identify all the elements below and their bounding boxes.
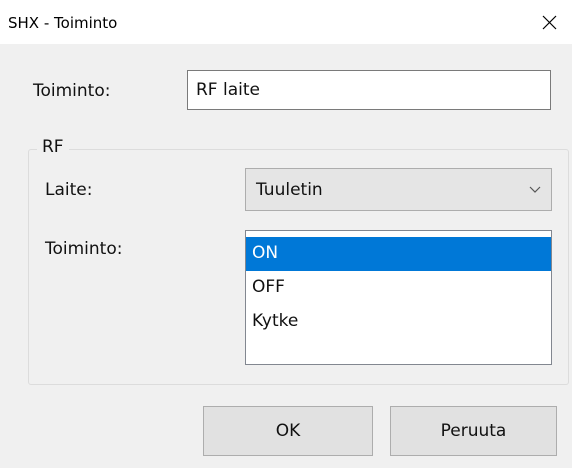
list-item-on[interactable]: ON: [246, 237, 551, 271]
rf-group-title: RF: [37, 137, 69, 157]
close-button[interactable]: [526, 0, 572, 44]
device-dropdown[interactable]: Tuuletin: [245, 168, 552, 211]
device-label: Laite:: [45, 180, 93, 200]
ok-button[interactable]: OK: [203, 406, 373, 456]
device-dropdown-value: Tuuletin: [256, 180, 323, 200]
dialog-window: SHX - Toiminto Toiminto: RF laite RF Lai…: [0, 0, 572, 468]
list-item-kytke[interactable]: Kytke: [246, 305, 551, 339]
close-icon: [542, 15, 556, 29]
chevron-down-icon: [529, 186, 541, 193]
window-title: SHX - Toiminto: [8, 14, 118, 32]
cancel-button[interactable]: Peruuta: [390, 406, 557, 456]
title-bar: SHX - Toiminto: [0, 0, 572, 44]
dialog-body: Toiminto: RF laite RF Laite: Tuuletin To…: [0, 44, 572, 468]
name-label: Toiminto:: [33, 81, 111, 101]
action-label: Toiminto:: [45, 239, 123, 259]
name-input[interactable]: RF laite: [187, 70, 551, 110]
list-item-off[interactable]: OFF: [246, 271, 551, 305]
action-listbox[interactable]: ON OFF Kytke: [245, 230, 552, 365]
